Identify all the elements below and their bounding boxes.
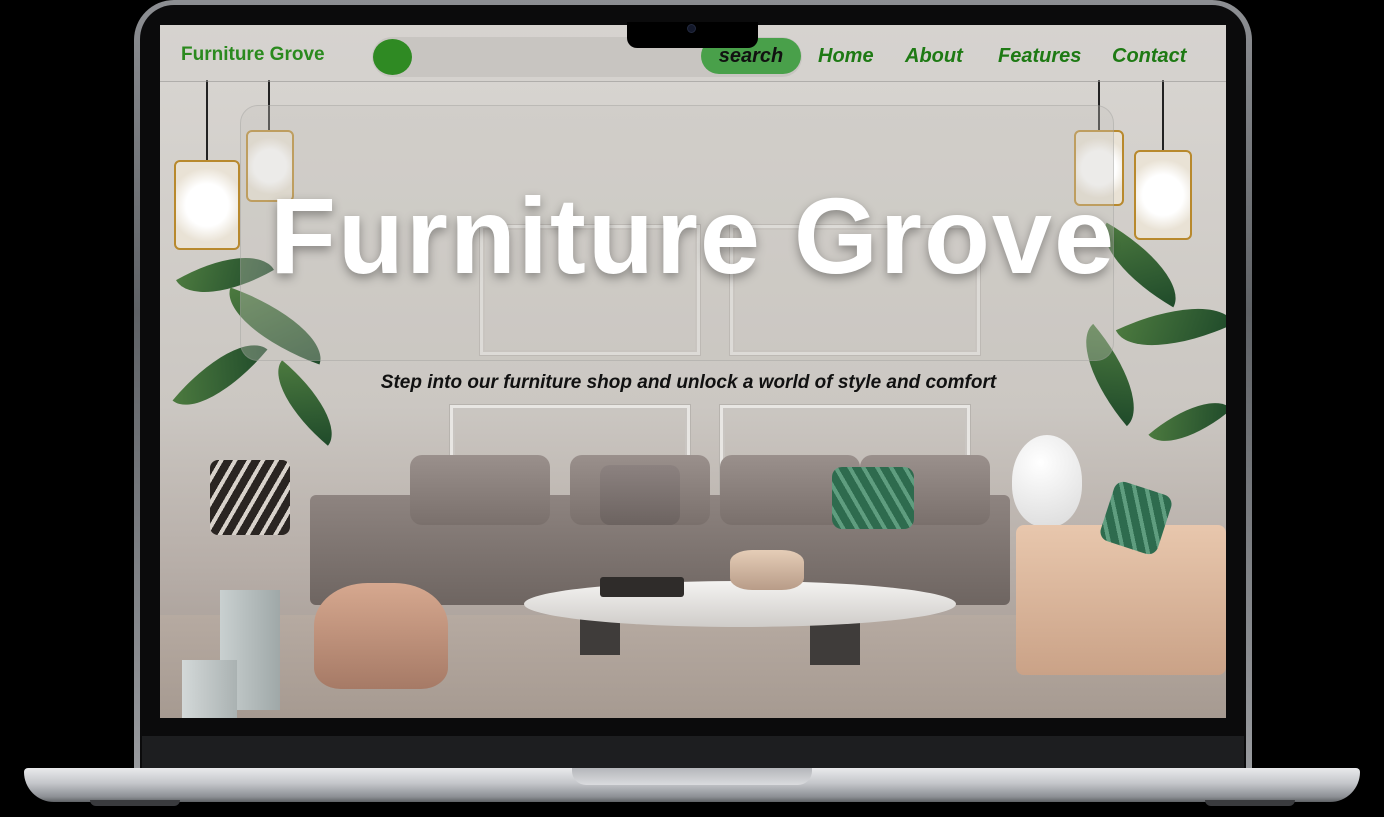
- camera-icon: [687, 24, 696, 33]
- pink-ottoman: [314, 583, 448, 689]
- laptop-frame: Furniture Grove search Home About Featur…: [0, 0, 1384, 817]
- green-pillow: [832, 467, 914, 529]
- search-icon[interactable]: [373, 39, 412, 75]
- plant-leaf: [1148, 383, 1226, 461]
- sofa-pillow: [600, 465, 680, 525]
- plant-pot: [210, 460, 290, 535]
- screen-chin: [142, 736, 1244, 772]
- brand-logo[interactable]: Furniture Grove: [181, 44, 325, 66]
- laptop-base: [24, 768, 1360, 802]
- beige-sectional: [1016, 525, 1226, 675]
- hero-tagline: Step into our furniture shop and unlock …: [380, 372, 997, 393]
- nav-link-about[interactable]: About: [905, 45, 963, 68]
- lamp-cord: [1162, 80, 1164, 150]
- base-notch: [572, 768, 812, 785]
- nav-link-contact[interactable]: Contact: [1112, 45, 1186, 68]
- egg-lamp: [1012, 435, 1082, 527]
- website-screen: Furniture Grove search Home About Featur…: [160, 25, 1226, 718]
- hero-title: Furniture Grove: [269, 175, 1117, 296]
- lamp-cord: [206, 80, 208, 160]
- tray: [600, 577, 684, 597]
- sofa-back-cushion: [410, 455, 550, 525]
- decor-stool: [730, 550, 804, 590]
- nav-link-home[interactable]: Home: [818, 45, 874, 68]
- nav-link-features[interactable]: Features: [998, 45, 1081, 68]
- laptop-foot: [1205, 800, 1295, 806]
- laptop-foot: [90, 800, 180, 806]
- plant-pot: [182, 660, 237, 718]
- camera-notch: [627, 22, 758, 48]
